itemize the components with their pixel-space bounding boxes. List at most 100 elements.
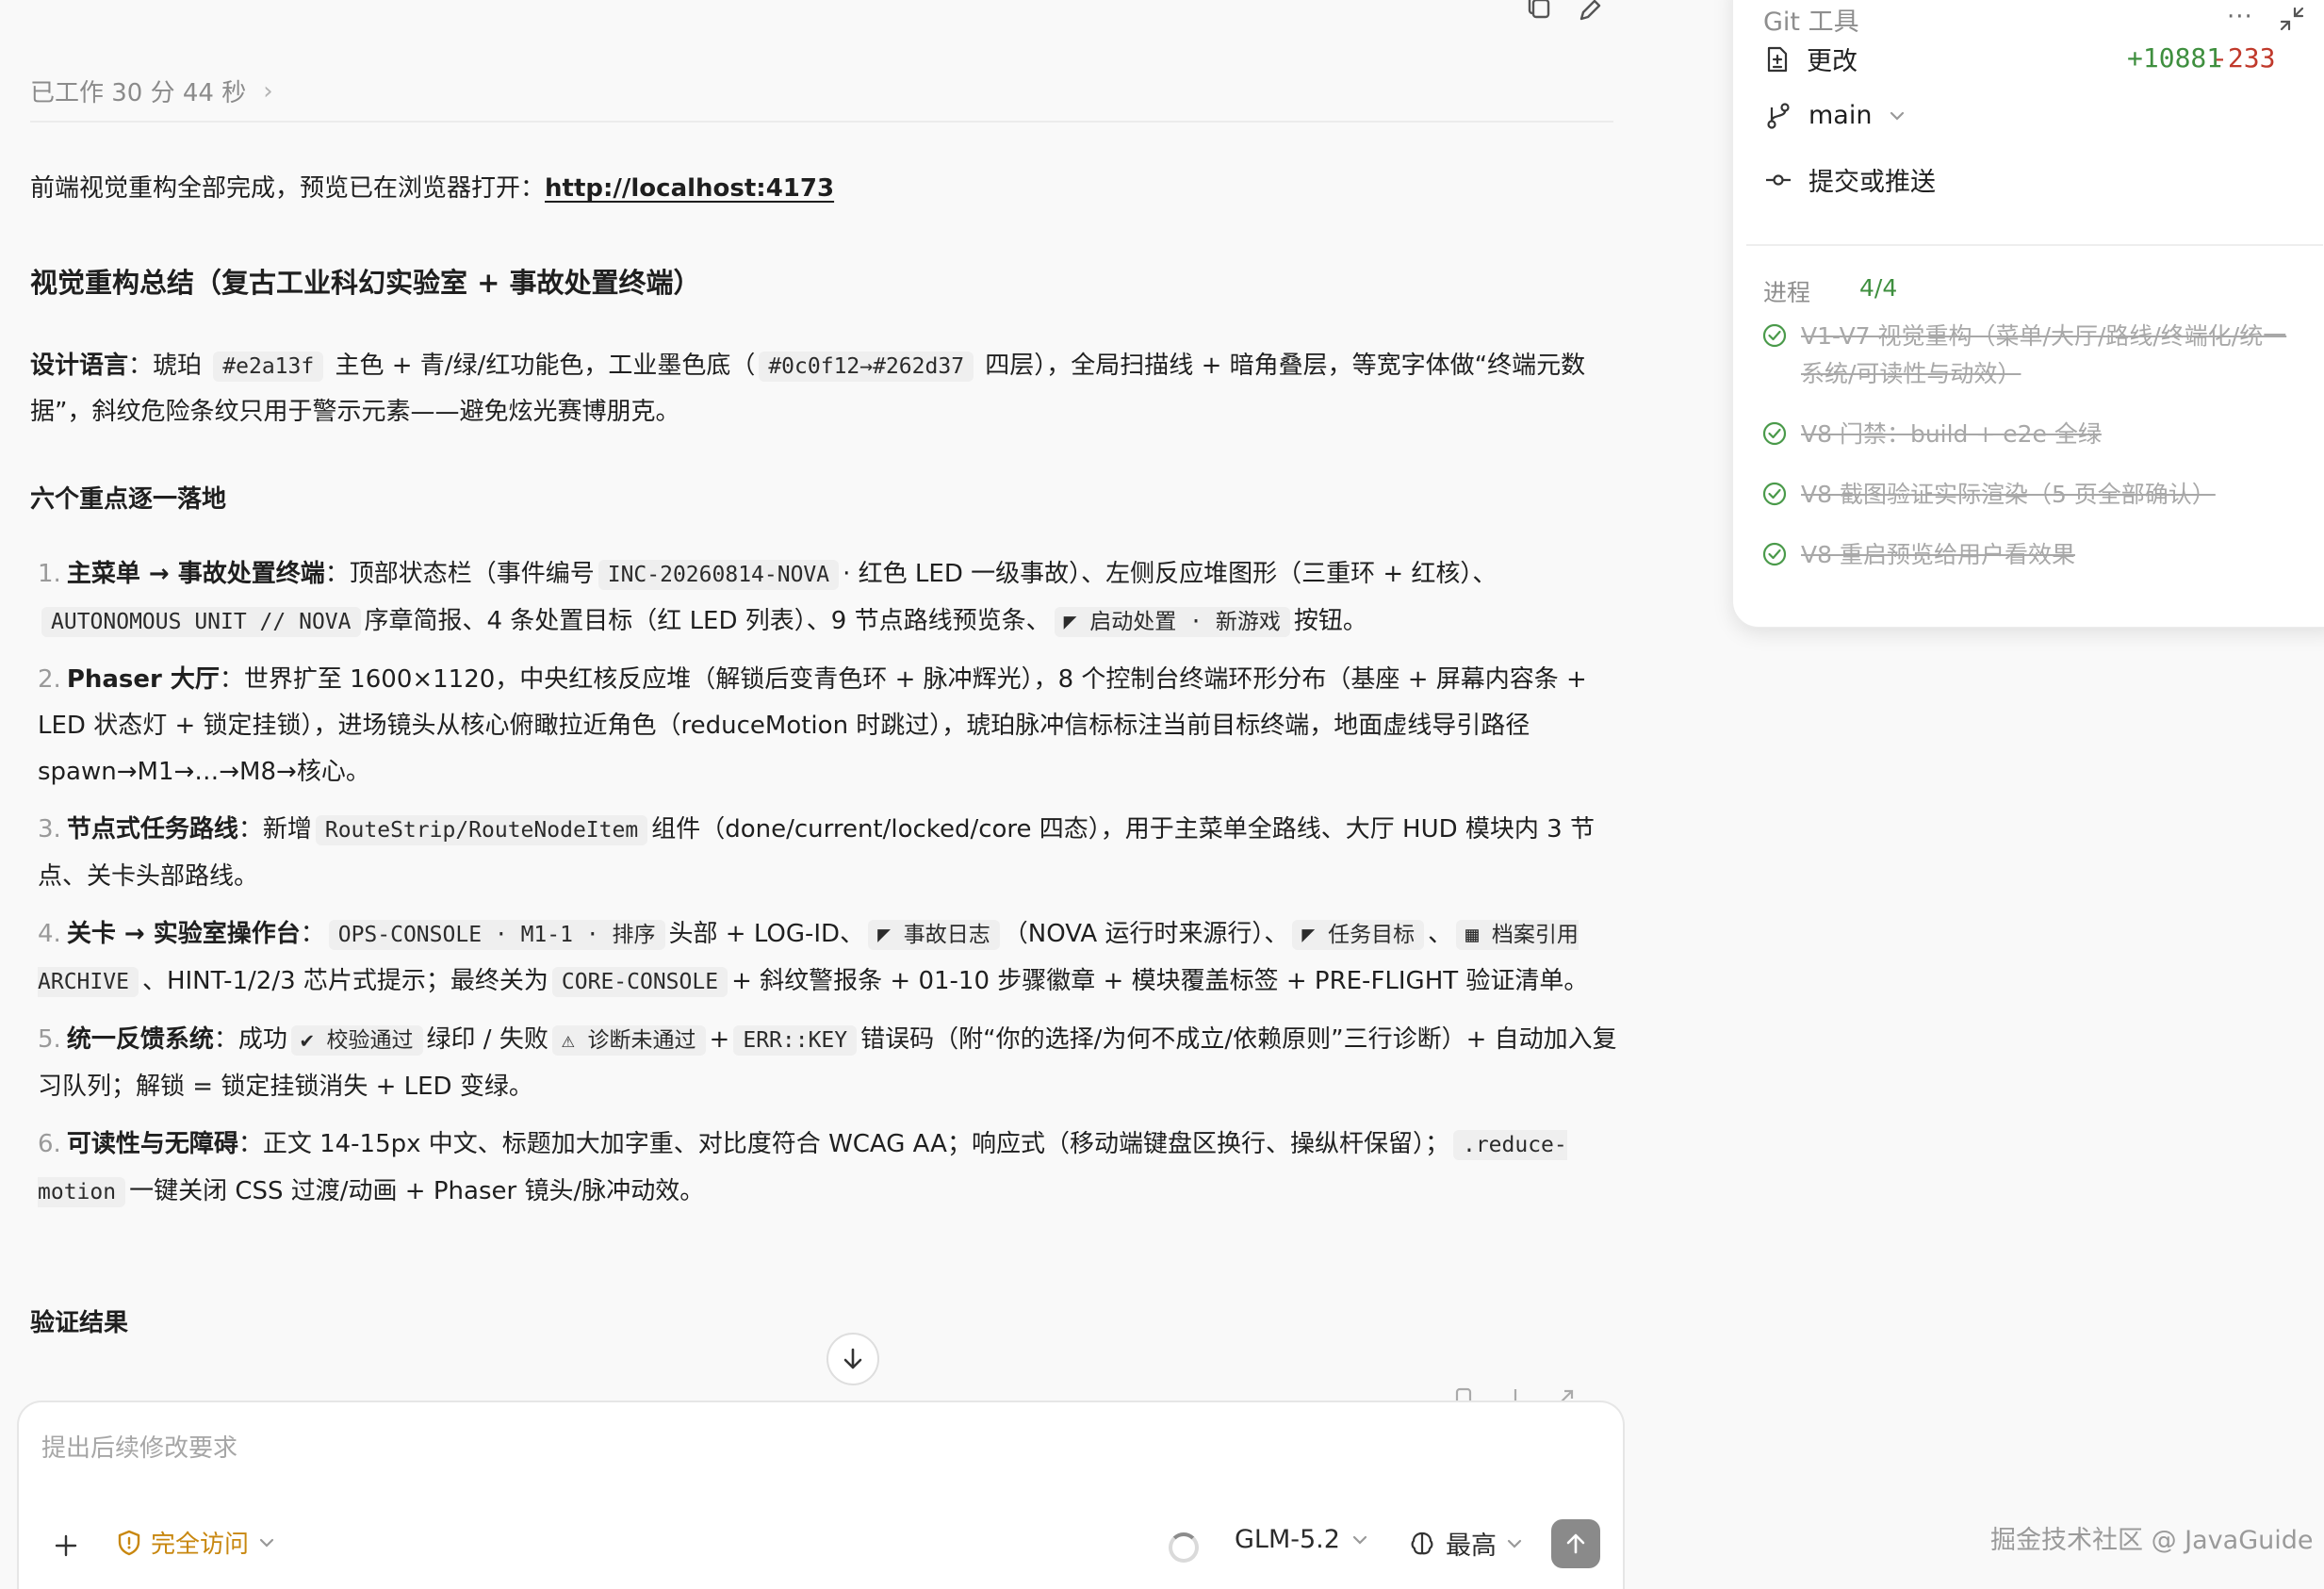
list-item-text: ：顶部状态栏（事件编号 <box>324 560 595 588</box>
brain-icon <box>1411 1532 1433 1554</box>
inline-code: AUTONOMOUS UNIT // NOVA <box>41 607 361 637</box>
list-item-text: ：正文 14-15px 中文、标题加大加字重、对比度符合 WCAG AA；响应式… <box>237 1130 1449 1158</box>
work-duration-toggle[interactable]: 已工作 30 分 44 秒 › <box>30 74 273 108</box>
file-diff-icon <box>1767 46 1788 72</box>
list-item-text: ： <box>300 920 325 948</box>
divider <box>30 121 1613 123</box>
progress-label: 进程 <box>1763 279 1811 306</box>
list-item: 2. Phaser 大厅：世界扩至 1600×1120，中央红核反应堆（解锁后变青… <box>38 657 1630 795</box>
commit-label: 提交或推送 <box>1808 168 1936 197</box>
arrow-down-icon <box>843 1348 862 1369</box>
inline-code: ◤ 任务目标 <box>1292 920 1425 950</box>
check-circle-icon <box>1762 323 1787 348</box>
design-text: ：琥珀 <box>128 352 210 380</box>
task-item: V8 门禁：build + e2e 全绿 <box>1761 416 2291 453</box>
chevron-down-icon <box>1352 1535 1367 1545</box>
preview-link[interactable]: http://localhost:4173 <box>545 174 834 203</box>
task-text: V8 门禁：build + e2e 全绿 <box>1801 420 2102 448</box>
section-heading-six-points: 六个重点逐一落地 <box>30 485 227 514</box>
list-item-title: Phaser 大厅 <box>66 665 220 694</box>
intro-text: 前端视觉重构全部完成，预览已在浏览器打开： <box>30 174 546 203</box>
check-circle-icon <box>1762 482 1787 506</box>
git-commit-icon <box>1766 173 1791 186</box>
inline-code: ◤ 事故日志 <box>868 920 1000 950</box>
inline-code: #e2a13f <box>213 352 324 382</box>
list-item-text: · 红色 LED 一级事故）、左侧反应堆图形（三重环 + 红核）、 <box>843 560 1498 588</box>
list-number: 1. <box>38 560 61 588</box>
list-item-text: ：世界扩至 1600×1120，中央红核反应堆（解锁后变青色环 + 脉冲辉光），… <box>38 665 1587 786</box>
model-selector[interactable]: GLM-5.2 <box>1235 1525 1368 1554</box>
task-text: V1-V7 视觉重构（菜单/大厅/路线/终端化/统一系统/可读性与动效） <box>1801 322 2287 387</box>
git-tools-panel: Git 工具 ··· 更改 +10881 -233 main 提交或推送 进程 … <box>1732 0 2324 628</box>
inline-code: ⚠ 诊断未通过 <box>551 1025 706 1056</box>
inline-code: ◤ 启动处置 · 新游戏 <box>1054 607 1290 637</box>
inline-code: #0c0f12→#262d37 <box>759 352 974 382</box>
list-item-text: 绿印 / 失败 <box>426 1025 548 1054</box>
task-item: V8 截图验证实际渲染（5 页全部确认） <box>1761 476 2291 514</box>
more-options-icon[interactable]: ··· <box>2227 3 2253 31</box>
access-mode-label: 完全访问 <box>151 1531 250 1559</box>
inline-code: RouteStrip/RouteNodeItem <box>315 815 648 845</box>
shield-icon <box>118 1530 140 1555</box>
git-branch-icon <box>1767 102 1790 129</box>
loading-spinner <box>1169 1532 1199 1563</box>
changes-label: 更改 <box>1807 47 1858 76</box>
intro-paragraph: 前端视觉重构全部完成，预览已在浏览器打开：http://localhost:41… <box>30 170 834 207</box>
list-number: 2. <box>38 665 61 694</box>
chevron-down-icon <box>1890 111 1905 121</box>
check-circle-icon <box>1762 421 1787 446</box>
deletions-count: -233 <box>2212 42 2276 74</box>
add-attachment-button[interactable] <box>47 1527 85 1564</box>
list-item-text: ：新增 <box>237 815 312 844</box>
collapse-panel-icon[interactable] <box>2278 5 2306 33</box>
edit-icon[interactable] <box>1574 0 1606 26</box>
plus-icon <box>55 1534 77 1557</box>
chevron-right-icon: › <box>263 76 273 106</box>
chevron-down-icon <box>1507 1539 1522 1548</box>
list-number: 6. <box>38 1130 61 1158</box>
summary-heading: 视觉重构总结（复古工业科幻实验室 + 事故处置终端） <box>30 267 701 299</box>
divider <box>1746 244 2323 246</box>
list-item: 1. 主菜单 → 事故处置终端：顶部状态栏（事件编号 INC-20260814-NO… <box>38 551 1630 646</box>
list-item-text: ：成功 <box>213 1025 287 1054</box>
section-heading-verify: 验证结果 <box>30 1309 129 1337</box>
chevron-down-icon <box>259 1538 274 1548</box>
copy-icon[interactable] <box>1521 0 1553 26</box>
composer: 提出后续修改要求 完全访问 GLM-5.2 最高 <box>17 1401 1625 1589</box>
list-item-title: 节点式任务路线 <box>66 815 238 844</box>
git-changes-row[interactable]: 更改 <box>1765 41 1858 77</box>
list-item-text: 、HINT-1/2/3 芯片式提示；最终关为 <box>141 967 548 995</box>
access-mode-dropdown[interactable]: 完全访问 <box>117 1525 275 1560</box>
inline-code: ERR::KEY <box>733 1025 858 1056</box>
reasoning-level-selector[interactable]: 最高 <box>1408 1525 1523 1562</box>
list-item: 3. 节点式任务路线：新增 RouteStrip/RouteNodeItem 组件（d… <box>38 807 1630 900</box>
inline-code: OPS-CONSOLE · M1-1 · 排序 <box>328 920 665 950</box>
task-text: V8 截图验证实际渲染（5 页全部确认） <box>1801 481 2216 508</box>
list-item-title: 关卡 → 实验室操作台 <box>66 920 301 948</box>
commit-or-push-button[interactable]: 提交或推送 <box>1765 161 1936 198</box>
scroll-to-bottom-button[interactable] <box>826 1333 879 1385</box>
composer-toolbar: 完全访问 GLM-5.2 最高 <box>19 1519 1623 1576</box>
progress-count: 4/4 <box>1859 274 1898 302</box>
work-duration-text: 已工作 30 分 44 秒 <box>30 79 247 107</box>
list-item: 5. 统一反馈系统：成功 ✔ 校验通过 绿印 / 失败 ⚠ 诊断未通过 + ERR::KEY… <box>38 1017 1630 1110</box>
task-item: V8 重启预览给用户看效果 <box>1761 536 2291 574</box>
task-item: V1-V7 视觉重构（菜单/大厅/路线/终端化/统一系统/可读性与动效） <box>1761 318 2291 393</box>
design-text: 主色 + 青/绿/红功能色，工业墨色底（ <box>327 352 756 380</box>
branch-name: main <box>1808 101 1873 130</box>
watermark: 掘金技术社区 @ JavaGuide <box>1990 1526 2314 1555</box>
model-label: GLM-5.2 <box>1235 1525 1340 1554</box>
send-button[interactable] <box>1551 1519 1600 1568</box>
check-circle-icon <box>1762 542 1787 566</box>
list-item-text: 头部 + LOG-ID、 <box>668 920 865 948</box>
points-list: 1. 主菜单 → 事故处置终端：顶部状态栏（事件编号 INC-20260814-NO… <box>38 551 1630 1227</box>
git-branch-selector[interactable]: main <box>1765 101 1906 130</box>
list-item-title: 统一反馈系统 <box>66 1025 214 1054</box>
list-item-text: 、 <box>1428 920 1453 948</box>
list-item-text: （NOVA 运行时来源行）、 <box>1003 920 1289 948</box>
list-number: 3. <box>38 815 61 844</box>
composer-input[interactable]: 提出后续修改要求 <box>41 1429 237 1464</box>
inline-code: CORE-CONSOLE <box>551 967 728 997</box>
design-paragraph: 设计语言：琥珀 #e2a13f 主色 + 青/绿/红功能色，工业墨色底（ #0c0… <box>30 343 1613 434</box>
reasoning-level-label: 最高 <box>1446 1532 1497 1561</box>
